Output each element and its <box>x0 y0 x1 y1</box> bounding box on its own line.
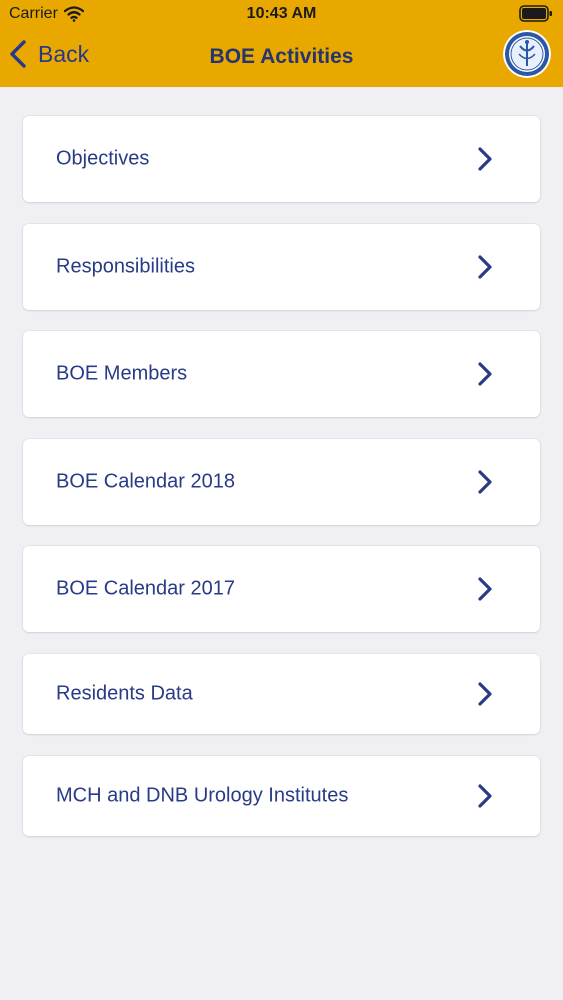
menu-item-residents-data[interactable]: Residents Data <box>23 654 540 734</box>
menu-item-boe-calendar-2017[interactable]: BOE Calendar 2017 <box>23 546 540 632</box>
status-time: 10:43 AM <box>246 5 317 22</box>
navigation-bar: Back BOE Activities <box>0 28 563 87</box>
page-title: BOE Activities <box>209 45 354 68</box>
menu-item-label: BOE Members <box>56 362 188 385</box>
menu-item-boe-members[interactable]: BOE Members <box>23 331 540 417</box>
battery-icon <box>519 5 552 22</box>
organization-logo <box>503 30 551 78</box>
chevron-right-icon <box>478 577 492 601</box>
chevron-right-icon <box>478 255 492 279</box>
menu-item-label: BOE Calendar 2018 <box>56 470 236 493</box>
chevron-right-icon <box>478 147 492 171</box>
menu-item-label: Responsibilities <box>56 255 195 278</box>
menu-item-label: MCH and DNB Urology Institutes <box>56 784 349 807</box>
chevron-right-icon <box>478 784 492 808</box>
menu-item-objectives[interactable]: Objectives <box>23 116 540 202</box>
menu-item-mch-dnb-urology-institutes[interactable]: MCH and DNB Urology Institutes <box>23 756 540 836</box>
menu-item-label: BOE Calendar 2017 <box>56 577 236 600</box>
menu-item-responsibilities[interactable]: Responsibilities <box>23 224 540 310</box>
header: Carrier 10:43 AM Back BOE Activities <box>0 0 563 87</box>
menu-item-label: Objectives <box>56 147 150 170</box>
chevron-right-icon <box>478 682 492 706</box>
chevron-right-icon <box>478 362 492 386</box>
menu-item-boe-calendar-2018[interactable]: BOE Calendar 2018 <box>23 439 540 525</box>
menu-item-label: Residents Data <box>56 682 193 705</box>
chevron-right-icon <box>478 470 492 494</box>
status-bar: Carrier 10:43 AM <box>0 0 563 28</box>
